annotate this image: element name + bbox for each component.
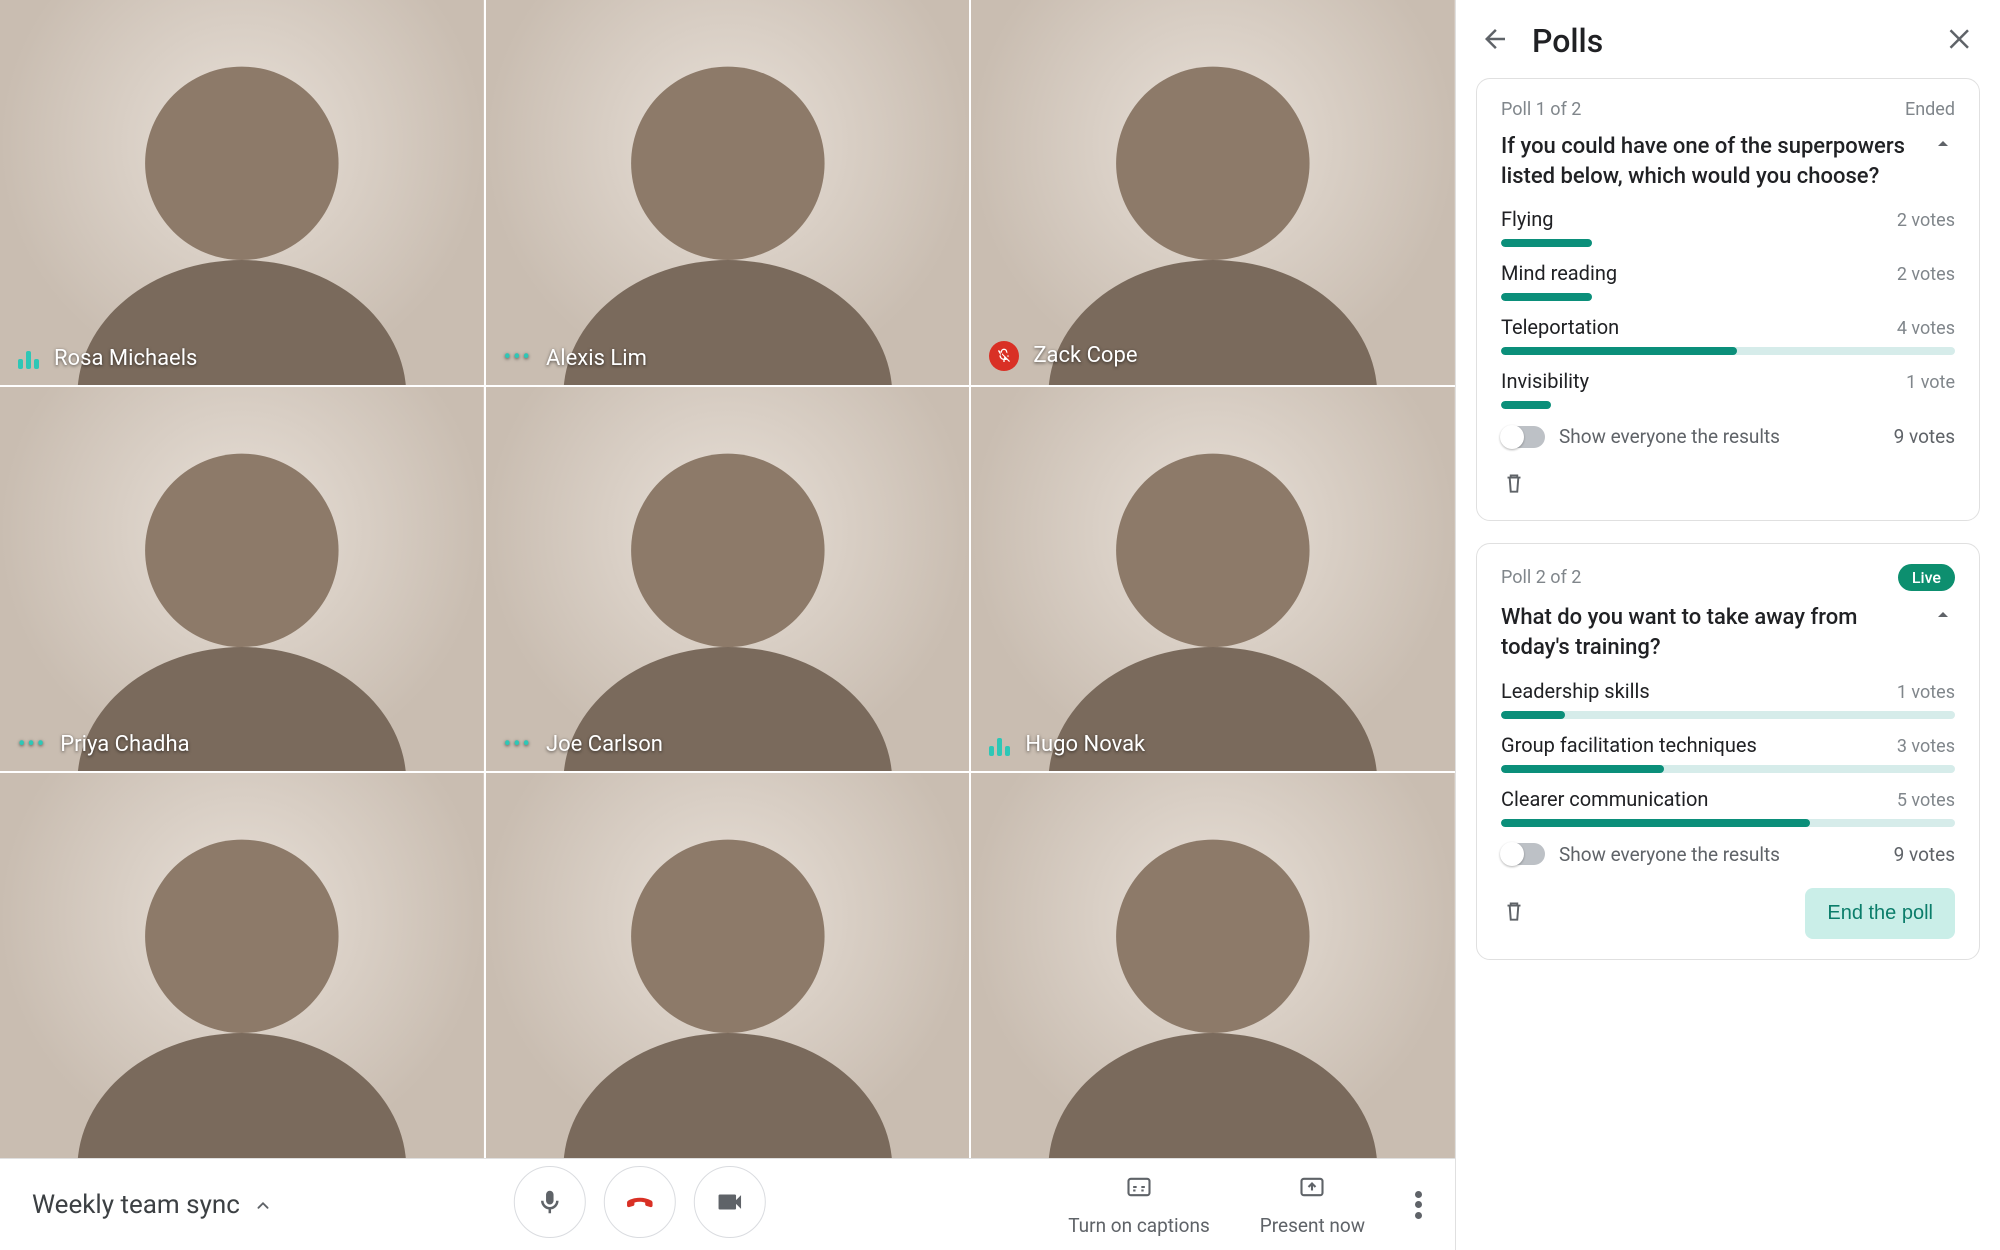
video-grid: Rosa Michaels ••• Alexis Lim Zack Cope ••…: [0, 0, 1455, 1158]
poll-option-label: Group facilitation techniques: [1501, 733, 1757, 757]
participant-name-row: ••• Priya Chadha: [18, 732, 190, 757]
poll-option-votes: 3 votes: [1897, 736, 1955, 757]
poll-option-votes: 4 votes: [1897, 318, 1955, 339]
poll-option-label: Teleportation: [1501, 315, 1619, 339]
speaking-indicator-icon: [18, 347, 40, 369]
participant-tile[interactable]: [486, 773, 970, 1158]
poll-card: Poll 2 of 2 Live What do you want to take …: [1476, 543, 1980, 959]
poll-option: Group facilitation techniques 3 votes: [1501, 733, 1955, 773]
poll-status: Ended: [1905, 99, 1955, 120]
poll-option-label: Mind reading: [1501, 261, 1617, 285]
more-options-button[interactable]: [1415, 1191, 1423, 1219]
present-icon: [1298, 1173, 1326, 1206]
participant-name-row: Zack Cope: [989, 341, 1137, 371]
participant-name-row: ••• Joe Carlson: [504, 732, 663, 757]
poll-option: Clearer communication 5 votes: [1501, 787, 1955, 827]
idle-indicator-icon: •••: [504, 734, 532, 756]
poll-total-votes: 9 votes: [1894, 425, 1955, 448]
call-controls: [513, 1166, 765, 1238]
participant-name: Rosa Michaels: [54, 346, 197, 371]
poll-option-label: Leadership skills: [1501, 679, 1650, 703]
poll-index: Poll 2 of 2: [1501, 567, 1581, 588]
speaking-indicator-icon: [989, 734, 1011, 756]
poll-option-votes: 1 vote: [1906, 372, 1955, 393]
participant-name: Zack Cope: [1033, 343, 1137, 368]
poll-option-bar: [1501, 819, 1955, 827]
collapse-button[interactable]: [1931, 132, 1955, 160]
poll-option-label: Clearer communication: [1501, 787, 1708, 811]
camera-button[interactable]: [693, 1166, 765, 1238]
participant-name: Priya Chadha: [60, 732, 189, 757]
poll-option-bar: [1501, 293, 1955, 301]
idle-indicator-icon: •••: [504, 347, 532, 369]
poll-option: Flying 2 votes: [1501, 207, 1955, 247]
participant-name: Hugo Novak: [1025, 732, 1145, 757]
participant-tile[interactable]: ••• Priya Chadha: [0, 387, 484, 772]
participant-tile[interactable]: ••• Joe Carlson: [486, 387, 970, 772]
poll-option: Mind reading 2 votes: [1501, 261, 1955, 301]
poll-option-bar: [1501, 765, 1955, 773]
captions-label: Turn on captions: [1068, 1214, 1210, 1237]
back-button[interactable]: [1480, 24, 1510, 58]
muted-icon: [989, 341, 1019, 371]
poll-question: If you could have one of the superpowers…: [1501, 132, 1919, 191]
participant-name-row: ••• Alexis Lim: [504, 346, 647, 371]
poll-option: Teleportation 4 votes: [1501, 315, 1955, 355]
participant-name-row: Hugo Novak: [989, 732, 1145, 757]
participant-tile[interactable]: ••• Alexis Lim: [486, 0, 970, 385]
poll-option-label: Flying: [1501, 207, 1554, 231]
poll-option-bar: [1501, 711, 1955, 719]
poll-option-votes: 2 votes: [1897, 210, 1955, 231]
participant-tile[interactable]: Zack Cope: [971, 0, 1455, 385]
poll-status: Live: [1898, 564, 1955, 591]
show-results-label: Show everyone the results: [1559, 425, 1780, 448]
delete-poll-button[interactable]: [1501, 470, 1527, 500]
poll-index: Poll 1 of 2: [1501, 99, 1581, 120]
collapse-button[interactable]: [1931, 603, 1955, 631]
mute-button[interactable]: [513, 1166, 585, 1238]
show-results-label: Show everyone the results: [1559, 843, 1780, 866]
participant-name-row: Rosa Michaels: [18, 346, 197, 371]
bottom-bar: Weekly team sync: [0, 1158, 1455, 1250]
poll-option-bar: [1501, 401, 1955, 409]
hangup-button[interactable]: [603, 1166, 675, 1238]
idle-indicator-icon: •••: [18, 734, 46, 756]
end-poll-button[interactable]: End the poll: [1805, 888, 1955, 939]
delete-poll-button[interactable]: [1501, 898, 1527, 928]
panel-title: Polls: [1532, 22, 1924, 60]
poll-total-votes: 9 votes: [1894, 843, 1955, 866]
participant-name: Joe Carlson: [546, 732, 663, 757]
participant-tile[interactable]: [0, 773, 484, 1158]
show-results-toggle[interactable]: [1501, 426, 1545, 448]
poll-option-bar: [1501, 239, 1955, 247]
captions-icon: [1125, 1173, 1153, 1206]
polls-panel: Polls Poll 1 of 2 Ended If you could have …: [1455, 0, 2000, 1250]
participant-tile[interactable]: Hugo Novak: [971, 387, 1455, 772]
poll-option-votes: 1 votes: [1897, 682, 1955, 703]
poll-card: Poll 1 of 2 Ended If you could have one of…: [1476, 78, 1980, 521]
poll-option: Invisibility 1 vote: [1501, 369, 1955, 409]
poll-option-votes: 2 votes: [1897, 264, 1955, 285]
present-button[interactable]: Present now: [1260, 1173, 1365, 1237]
participant-tile[interactable]: [971, 773, 1455, 1158]
poll-option: Leadership skills 1 votes: [1501, 679, 1955, 719]
participant-tile[interactable]: Rosa Michaels: [0, 0, 484, 385]
poll-option-label: Invisibility: [1501, 369, 1589, 393]
participant-name: Alexis Lim: [546, 346, 647, 371]
poll-question: What do you want to take away from today…: [1501, 603, 1919, 662]
captions-button[interactable]: Turn on captions: [1068, 1173, 1210, 1237]
show-results-toggle[interactable]: [1501, 843, 1545, 865]
meeting-title-text: Weekly team sync: [32, 1190, 240, 1220]
poll-option-bar: [1501, 347, 1955, 355]
chevron-up-icon: [252, 1194, 274, 1216]
present-label: Present now: [1260, 1214, 1365, 1237]
close-button[interactable]: [1946, 24, 1976, 58]
poll-option-votes: 5 votes: [1897, 790, 1955, 811]
